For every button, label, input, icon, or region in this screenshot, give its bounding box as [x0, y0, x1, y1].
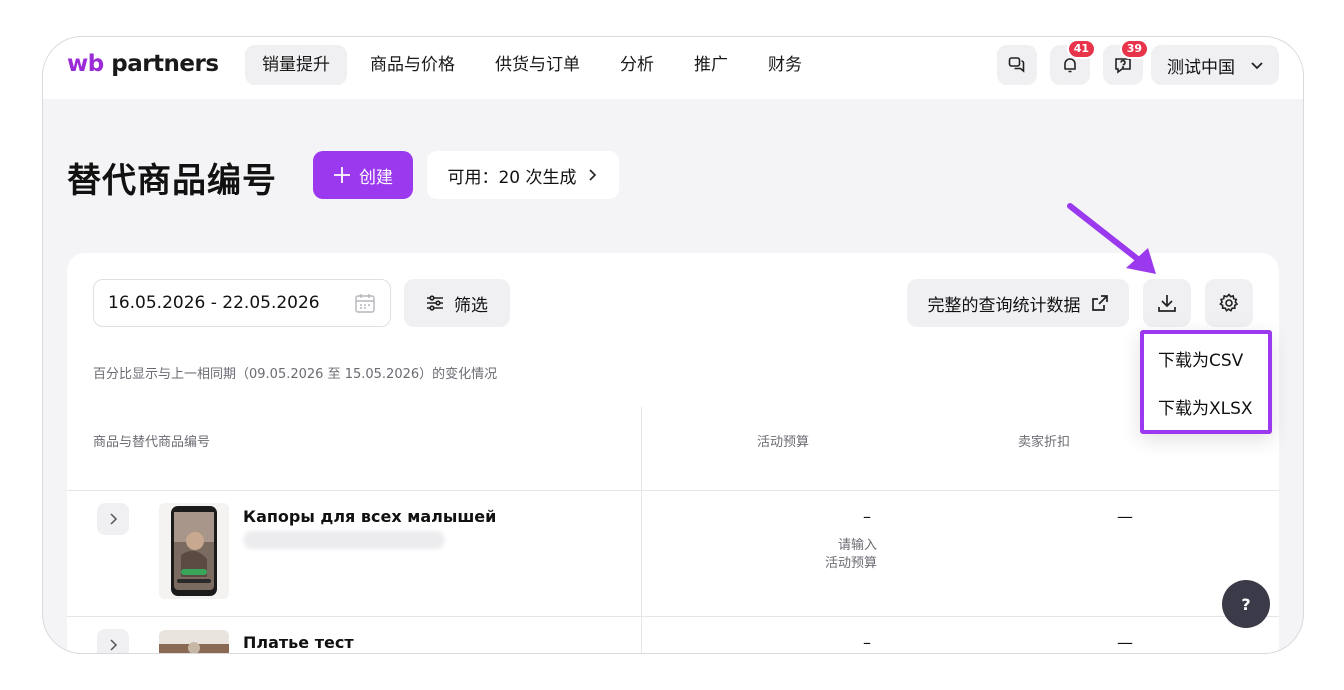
nav-item-supplies-orders[interactable]: 供货与订单 [478, 45, 597, 85]
notifications-button[interactable]: 41 [1050, 39, 1096, 85]
date-range-picker[interactable]: 16.05.2026 - 22.05.2026 [93, 279, 391, 327]
product-name[interactable]: Капоры для всех малышей [243, 507, 496, 526]
top-bar: wb partners 销量提升 商品与价格 供货与订单 分析 推广 财务 41… [43, 37, 1303, 99]
row-divider [67, 616, 1279, 617]
download-menu: 下载为CSV 下载为XLSX [1140, 330, 1272, 434]
help-button[interactable]: ? [1222, 580, 1270, 628]
nav-item-analytics[interactable]: 分析 [603, 45, 671, 85]
logo[interactable]: wb partners [67, 51, 219, 77]
column-header-products: 商品与替代商品编号 [93, 435, 211, 450]
row-expand-button[interactable] [97, 503, 129, 535]
calendar-icon [355, 294, 375, 313]
chevron-right-icon [110, 639, 118, 651]
region-label: 测试中国 [1167, 57, 1235, 78]
filter-button[interactable]: 筛选 [404, 279, 510, 327]
campaign-budget-value: – [863, 507, 871, 526]
logo-text: partners [103, 51, 219, 77]
notifications-badge: 41 [1066, 39, 1096, 59]
chat-icon [1008, 57, 1025, 73]
product-sku-blurred [243, 531, 445, 549]
download-icon [1158, 295, 1176, 312]
campaign-budget-hint[interactable]: 请输入 活动预算 [807, 537, 877, 573]
phone-photo-image [159, 503, 229, 599]
download-button[interactable] [1143, 279, 1191, 327]
create-button[interactable]: 创建 [313, 151, 413, 199]
plus-icon [334, 167, 350, 183]
messages-badge: 39 [1119, 39, 1149, 59]
settings-button[interactable] [1205, 279, 1253, 327]
chevron-right-icon [110, 513, 118, 525]
product-thumbnail[interactable] [159, 503, 229, 599]
available-generations-button[interactable]: 可用：20 次生成 [427, 151, 619, 199]
main-nav: 销量提升 商品与价格 供货与订单 分析 推广 财务 [245, 45, 819, 85]
full-stats-label: 完整的查询统计数据 [927, 295, 1081, 316]
header-divider [67, 490, 1279, 491]
product-name[interactable]: Платье тест [243, 633, 354, 652]
logo-mark: wb [67, 51, 104, 77]
support-button[interactable]: 39 [1103, 39, 1149, 85]
annotation-arrow-icon [1067, 203, 1156, 274]
external-link-icon [1091, 295, 1108, 311]
region-selector[interactable]: 测试中国 [1151, 45, 1279, 85]
hint-line-2: 活动预算 [824, 556, 877, 571]
nav-item-products-prices[interactable]: 商品与价格 [353, 45, 472, 85]
chevron-right-icon [588, 169, 596, 181]
app-window: wb partners 销量提升 商品与价格 供货与订单 分析 推广 财务 41… [42, 36, 1304, 654]
full-stats-button[interactable]: 完整的查询统计数据 [907, 279, 1129, 327]
product-thumbnail[interactable] [159, 630, 229, 653]
page-title: 替代商品编号 [67, 161, 277, 201]
hint-line-1: 请输入 [837, 538, 877, 553]
download-xlsx-option[interactable]: 下载为XLSX [1158, 394, 1253, 419]
row-expand-button[interactable] [97, 629, 129, 653]
create-button-label: 创建 [359, 167, 393, 188]
campaign-budget-value: – [863, 633, 871, 652]
chevron-down-icon [1251, 62, 1263, 70]
download-csv-option[interactable]: 下载为CSV [1158, 346, 1243, 371]
date-range-value: 16.05.2026 - 22.05.2026 [108, 293, 320, 313]
filter-button-label: 筛选 [454, 295, 488, 316]
nav-item-promotion[interactable]: 推广 [677, 45, 745, 85]
gear-icon [1219, 293, 1239, 312]
seller-discount-value: — [1117, 507, 1133, 526]
available-generations-label: 可用：20 次生成 [447, 167, 577, 188]
seller-discount-value: — [1117, 633, 1133, 652]
dress-photo-image [159, 630, 229, 653]
chat-button[interactable] [997, 45, 1037, 85]
results-card: 16.05.2026 - 22.05.2026 筛选 完整的查询统计数据 百分比… [67, 253, 1279, 653]
sliders-icon [427, 295, 443, 311]
nav-item-finance[interactable]: 财务 [751, 45, 819, 85]
nav-item-sales-boost[interactable]: 销量提升 [245, 45, 347, 85]
column-header-campaign-budget: 活动预算 [757, 435, 810, 450]
comparison-period-note: 百分比显示与上一相同期（09.05.2026 至 15.05.2026）的变化情… [93, 367, 498, 382]
column-header-seller-discount: 卖家折扣 [1018, 435, 1071, 450]
